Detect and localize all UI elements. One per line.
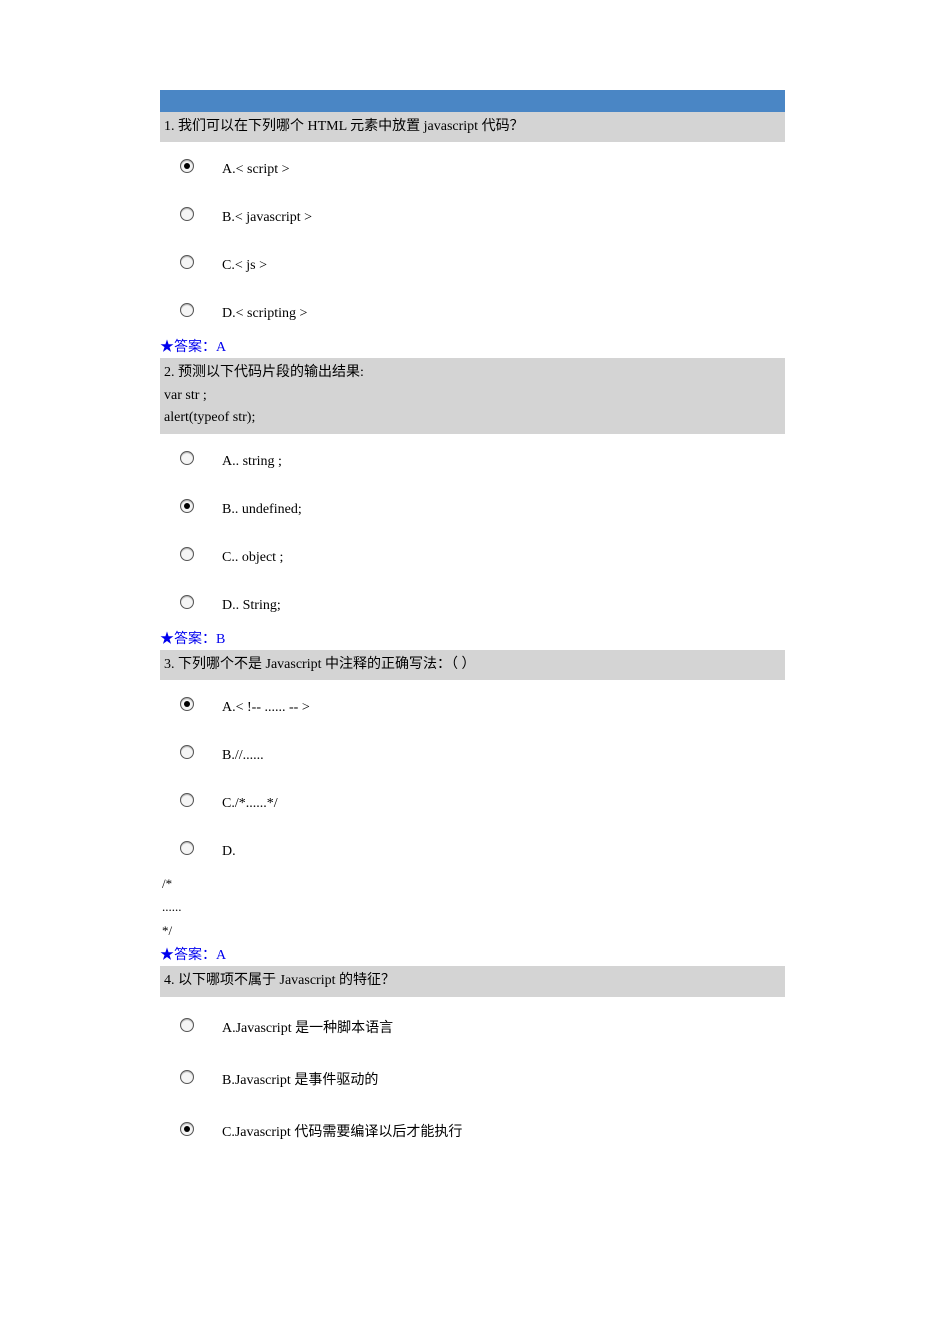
- option-row: A.< !-- ...... -- >: [180, 680, 785, 728]
- question-text: 1. 我们可以在下列哪个 HTML 元素中放置 javascript 代码？: [164, 116, 781, 138]
- radio-button[interactable]: [180, 207, 194, 221]
- extra-line: ......: [160, 895, 785, 918]
- radio-button[interactable]: [180, 499, 194, 513]
- option-label: A.Javascript 是一种脚本语言: [222, 1009, 393, 1037]
- code-line: alert(typeof str);: [164, 407, 781, 429]
- option-row: C.< js >: [180, 238, 785, 286]
- answer-line: ★答案：A: [160, 942, 785, 966]
- option-row: C.. object ;: [180, 530, 785, 578]
- option-row: C./*......*/: [180, 776, 785, 824]
- option-label: B.Javascript 是事件驱动的: [222, 1061, 378, 1089]
- options-group: A.< !-- ...... -- > B.//...... C./*......*…: [160, 680, 785, 872]
- option-row: A.Javascript 是一种脚本语言: [180, 997, 785, 1049]
- option-label: D.. String;: [222, 590, 281, 614]
- question-text: 3. 下列哪个不是 Javascript 中注释的正确写法：（ ）: [164, 654, 781, 676]
- option-label: C.Javascript 代码需要编译以后才能执行: [222, 1113, 462, 1141]
- radio-button[interactable]: [180, 841, 194, 855]
- option-row: D.. String;: [180, 578, 785, 626]
- question-text: 4. 以下哪项不属于 Javascript 的特征？: [164, 970, 781, 992]
- radio-button[interactable]: [180, 1122, 194, 1136]
- options-group: A.Javascript 是一种脚本语言 B.Javascript 是事件驱动的 C…: [160, 997, 785, 1153]
- question-header: 3. 下列哪个不是 Javascript 中注释的正确写法：（ ）: [160, 650, 785, 680]
- answer-line: ★答案：B: [160, 626, 785, 650]
- option-row: B.Javascript 是事件驱动的: [180, 1049, 785, 1101]
- option-label: B.. undefined;: [222, 494, 302, 518]
- question-text: 2. 预测以下代码片段的输出结果:: [164, 362, 781, 384]
- question-header: 1. 我们可以在下列哪个 HTML 元素中放置 javascript 代码？: [160, 112, 785, 142]
- option-label: D.: [222, 836, 236, 860]
- answer-value: A: [216, 340, 226, 355]
- option-label: D.< scripting >: [222, 298, 307, 322]
- options-group: A.. string ; B.. undefined; C.. object ; D.…: [160, 434, 785, 626]
- radio-button[interactable]: [180, 745, 194, 759]
- question-header: 4. 以下哪项不属于 Javascript 的特征？: [160, 966, 785, 996]
- option-row: C.Javascript 代码需要编译以后才能执行: [180, 1101, 785, 1153]
- answer-line: ★答案：A: [160, 334, 785, 358]
- option-label: C.. object ;: [222, 542, 283, 566]
- star-icon: ★答案：: [160, 632, 216, 647]
- option-label: A.< script >: [222, 154, 290, 178]
- option-row: D.: [180, 824, 785, 872]
- star-icon: ★答案：: [160, 340, 216, 355]
- radio-button[interactable]: [180, 1018, 194, 1032]
- radio-button[interactable]: [180, 697, 194, 711]
- star-icon: ★答案：: [160, 948, 216, 963]
- option-label: A.< !-- ...... -- >: [222, 692, 310, 716]
- radio-button[interactable]: [180, 547, 194, 561]
- option-label: B.//......: [222, 740, 264, 764]
- option-row: B.. undefined;: [180, 482, 785, 530]
- option-row: D.< scripting >: [180, 286, 785, 334]
- options-group: A.< script > B.< javascript > C.< js > D.< …: [160, 142, 785, 334]
- option-row: B.< javascript >: [180, 190, 785, 238]
- answer-value: A: [216, 948, 226, 963]
- radio-button[interactable]: [180, 159, 194, 173]
- option-row: A.< script >: [180, 142, 785, 190]
- code-line: var str ;: [164, 385, 781, 407]
- option-row: B.//......: [180, 728, 785, 776]
- radio-button[interactable]: [180, 1070, 194, 1084]
- question-header: 2. 预测以下代码片段的输出结果:var str ;alert(typeof s…: [160, 358, 785, 433]
- option-label: B.< javascript >: [222, 202, 312, 226]
- option-label: C.< js >: [222, 250, 267, 274]
- answer-value: B: [216, 632, 225, 647]
- radio-button[interactable]: [180, 255, 194, 269]
- extra-line: */: [160, 919, 785, 942]
- radio-button[interactable]: [180, 793, 194, 807]
- radio-button[interactable]: [180, 303, 194, 317]
- radio-button[interactable]: [180, 451, 194, 465]
- option-label: C./*......*/: [222, 788, 278, 812]
- extra-line: /*: [160, 872, 785, 895]
- radio-button[interactable]: [180, 595, 194, 609]
- header-bar: [160, 90, 785, 112]
- option-label: A.. string ;: [222, 446, 282, 470]
- option-row: A.. string ;: [180, 434, 785, 482]
